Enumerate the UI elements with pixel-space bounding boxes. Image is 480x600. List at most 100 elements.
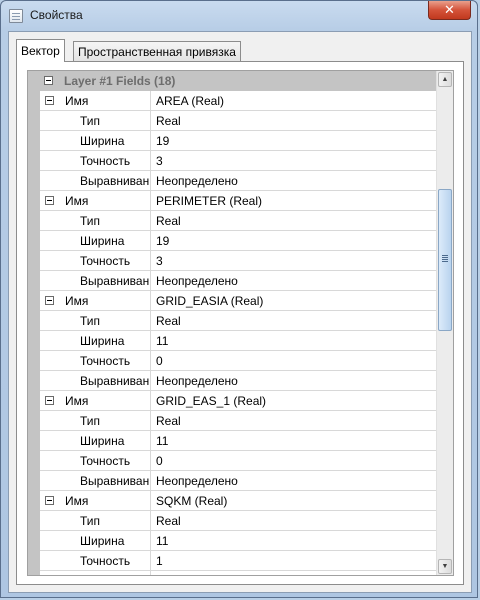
property-value-cell[interactable]: Real	[151, 211, 437, 231]
tab-vector[interactable]: Вектор	[16, 39, 65, 62]
field-name-cell[interactable]: Имя	[40, 391, 151, 411]
property-name-cell[interactable]: Точность	[40, 351, 151, 371]
property-row[interactable]: Ширина 11	[28, 431, 437, 451]
property-value-cell[interactable]: Неопределено	[151, 571, 437, 575]
property-value-cell[interactable]: 1	[151, 551, 437, 571]
property-row[interactable]: Тип Real	[28, 311, 437, 331]
property-name-cell[interactable]: Точность	[40, 251, 151, 271]
property-value-cell[interactable]: 3	[151, 151, 437, 171]
scrollbar-thumb[interactable]	[438, 189, 452, 331]
property-row[interactable]: Выравниван Неопределено	[28, 171, 437, 191]
property-value-cell[interactable]: 19	[151, 231, 437, 251]
field-name-cell[interactable]: Имя	[40, 91, 151, 111]
property-row[interactable]: Выравниван Неопределено	[28, 371, 437, 391]
property-value-cell[interactable]: Неопределено	[151, 171, 437, 191]
property-row[interactable]: Ширина 19	[28, 131, 437, 151]
close-button[interactable]: ✕	[428, 1, 471, 20]
tab-spatial-reference[interactable]: Пространственная привязка	[73, 41, 241, 61]
field-name-value-cell[interactable]: GRID_EASIA (Real)	[151, 291, 437, 311]
field-name-value-cell[interactable]: GRID_EAS_1 (Real)	[151, 391, 437, 411]
property-row[interactable]: Выравниван Неопределено	[28, 271, 437, 291]
property-name-cell[interactable]: Ширина	[40, 231, 151, 251]
field-name-value: SQKM (Real)	[156, 494, 228, 508]
collapse-icon[interactable]	[45, 96, 54, 105]
property-name-cell[interactable]: Выравниван	[40, 471, 151, 491]
property-row[interactable]: Точность 3	[28, 251, 437, 271]
property-name-cell[interactable]: Ширина	[40, 531, 151, 551]
property-value-cell[interactable]: 11	[151, 431, 437, 451]
property-value-cell[interactable]: 11	[151, 331, 437, 351]
properties-window: Свойства ✕ Вектор Пространственная привя…	[0, 0, 478, 598]
field-row[interactable]: Имя SQKM (Real)	[28, 491, 437, 511]
property-value-cell[interactable]: Неопределено	[151, 471, 437, 491]
property-row[interactable]: Выравниван Неопределено	[28, 471, 437, 491]
property-row[interactable]: Тип Real	[28, 211, 437, 231]
field-name-cell[interactable]: Имя	[40, 491, 151, 511]
field-row[interactable]: Имя GRID_EASIA (Real)	[28, 291, 437, 311]
property-name-cell[interactable]: Ширина	[40, 431, 151, 451]
property-name-cell[interactable]: Точность	[40, 551, 151, 571]
collapse-icon[interactable]	[45, 496, 54, 505]
field-name-cell[interactable]: Имя	[40, 291, 151, 311]
field-name-value: AREA (Real)	[156, 94, 225, 108]
property-row[interactable]: Ширина 19	[28, 231, 437, 251]
property-name-cell[interactable]: Точность	[40, 451, 151, 471]
property-name-cell[interactable]: Тип	[40, 511, 151, 531]
property-name-cell[interactable]: Выравниван	[40, 171, 151, 191]
collapse-icon[interactable]	[45, 196, 54, 205]
property-row[interactable]: Тип Real	[28, 411, 437, 431]
field-name-value-cell[interactable]: SQKM (Real)	[151, 491, 437, 511]
title-bar[interactable]: Свойства ✕	[1, 1, 477, 31]
property-value: 1	[156, 554, 163, 568]
property-name-cell[interactable]: Тип	[40, 211, 151, 231]
property-name-cell[interactable]: Ширина	[40, 331, 151, 351]
property-value: Неопределено	[156, 574, 238, 575]
property-label: Ширина	[80, 434, 125, 448]
field-name-value-cell[interactable]: AREA (Real)	[151, 91, 437, 111]
field-name-value-cell[interactable]: PERIMETER (Real)	[151, 191, 437, 211]
vertical-scrollbar[interactable]: ▲ ▼	[436, 71, 453, 575]
property-name-cell[interactable]: Выравниван	[40, 371, 151, 391]
property-value-cell[interactable]: 3	[151, 251, 437, 271]
scroll-up-arrow-icon[interactable]: ▲	[438, 72, 452, 87]
property-value-cell[interactable]: Real	[151, 511, 437, 531]
property-name-cell[interactable]: Точность	[40, 151, 151, 171]
property-row[interactable]: Выравниван Неопределено	[28, 571, 437, 575]
property-row[interactable]: Ширина 11	[28, 531, 437, 551]
property-grid: Layer #1 Fields (18) Имя AREA (Real) Тип Re…	[27, 70, 454, 576]
category-row[interactable]: Layer #1 Fields (18)	[28, 71, 437, 91]
property-row[interactable]: Тип Real	[28, 111, 437, 131]
collapse-icon[interactable]	[44, 76, 53, 85]
property-row[interactable]: Тип Real	[28, 511, 437, 531]
field-row[interactable]: Имя GRID_EAS_1 (Real)	[28, 391, 437, 411]
property-value-cell[interactable]: 0	[151, 451, 437, 471]
collapse-icon[interactable]	[45, 396, 54, 405]
property-value: Real	[156, 214, 181, 228]
property-name-cell[interactable]: Ширина	[40, 131, 151, 151]
property-value-cell[interactable]: Неопределено	[151, 271, 437, 291]
property-value-cell[interactable]: 19	[151, 131, 437, 151]
property-value-cell[interactable]: Real	[151, 411, 437, 431]
field-row[interactable]: Имя AREA (Real)	[28, 91, 437, 111]
property-row[interactable]: Точность 0	[28, 451, 437, 471]
property-row[interactable]: Точность 3	[28, 151, 437, 171]
property-row[interactable]: Точность 0	[28, 351, 437, 371]
field-row[interactable]: Имя PERIMETER (Real)	[28, 191, 437, 211]
property-name-cell[interactable]: Тип	[40, 311, 151, 331]
property-value: 11	[156, 334, 169, 348]
property-value-cell[interactable]: 11	[151, 531, 437, 551]
property-value-cell[interactable]: Real	[151, 311, 437, 331]
field-name-cell[interactable]: Имя	[40, 191, 151, 211]
property-value-cell[interactable]: 0	[151, 351, 437, 371]
property-row[interactable]: Точность 1	[28, 551, 437, 571]
property-value-cell[interactable]: Real	[151, 111, 437, 131]
property-name-cell[interactable]: Выравниван	[40, 271, 151, 291]
collapse-icon[interactable]	[45, 296, 54, 305]
property-name-cell[interactable]: Тип	[40, 411, 151, 431]
property-row[interactable]: Ширина 11	[28, 331, 437, 351]
row-gutter	[28, 431, 40, 451]
property-name-cell[interactable]: Тип	[40, 111, 151, 131]
property-name-cell[interactable]: Выравниван	[40, 571, 151, 575]
property-value-cell[interactable]: Неопределено	[151, 371, 437, 391]
scroll-down-arrow-icon[interactable]: ▼	[438, 559, 452, 574]
